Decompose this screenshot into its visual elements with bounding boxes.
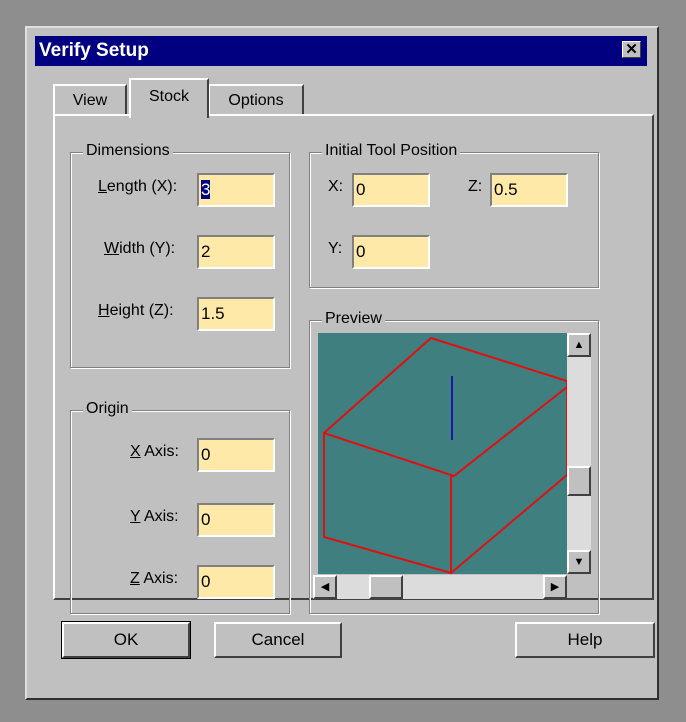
z-axis-label: Z Axis: [130, 570, 179, 587]
length-value: 3 [201, 180, 211, 199]
origin-y-field[interactable]: 0 [197, 503, 275, 537]
title-bar[interactable]: Verify Setup ✕ [35, 36, 647, 66]
origin-z-value: 0 [201, 572, 211, 591]
tool-x-label: X: [328, 178, 344, 195]
down-arrow-icon: ▼ [573, 556, 585, 568]
origin-x-value: 0 [201, 445, 211, 464]
tab-stock-label: Stock [148, 88, 189, 105]
y-axis-label: Y Axis: [130, 508, 179, 525]
cancel-button[interactable]: Cancel [214, 622, 342, 658]
scroll-left-button[interactable]: ◀ [313, 575, 337, 599]
help-button[interactable]: Help [515, 622, 655, 658]
cancel-label: Cancel [251, 630, 305, 649]
scroll-right-button[interactable]: ▶ [543, 575, 567, 599]
height-field[interactable]: 1.5 [197, 297, 275, 331]
close-icon: ✕ [625, 41, 638, 58]
height-label: Height (Z): [98, 302, 174, 319]
preview-horizontal-scrollbar[interactable]: ◀ ▶ [313, 575, 567, 599]
length-field[interactable]: 3 [197, 173, 275, 207]
tool-x-field[interactable]: 0 [352, 173, 430, 207]
tool-x-value: 0 [356, 180, 366, 199]
origin-x-field[interactable]: 0 [197, 438, 275, 472]
ok-button[interactable]: OK [61, 621, 191, 659]
left-arrow-icon: ◀ [320, 581, 330, 593]
width-field[interactable]: 2 [197, 235, 275, 269]
origin-legend: Origin [83, 400, 132, 418]
preview-canvas[interactable] [318, 333, 568, 575]
tab-view-label: View [72, 92, 108, 109]
tool-y-value: 0 [356, 242, 366, 261]
length-label: Length (X): [98, 178, 178, 195]
width-value: 2 [201, 242, 211, 261]
tool-z-value: 0.5 [494, 180, 518, 199]
box-outline [323, 336, 568, 575]
origin-y-value: 0 [201, 510, 211, 529]
dialog-title: Verify Setup [39, 40, 149, 61]
tab-stock[interactable]: Stock [129, 78, 209, 118]
vertical-scroll-thumb[interactable] [567, 466, 591, 496]
height-value: 1.5 [201, 304, 225, 323]
right-arrow-icon: ▶ [550, 581, 560, 593]
preview-legend: Preview [322, 310, 385, 328]
tool-z-label: Z: [468, 178, 483, 195]
origin-z-field[interactable]: 0 [197, 565, 275, 599]
preview-vertical-scrollbar[interactable]: ▲ ▼ [567, 333, 591, 574]
help-label: Help [567, 630, 603, 649]
horizontal-scroll-thumb[interactable] [369, 575, 403, 599]
tool-y-field[interactable]: 0 [352, 235, 430, 269]
close-button[interactable]: ✕ [622, 41, 641, 58]
scroll-up-button[interactable]: ▲ [567, 333, 591, 357]
scroll-down-button[interactable]: ▼ [567, 550, 591, 574]
up-arrow-icon: ▲ [573, 339, 585, 351]
ok-label: OK [113, 630, 139, 649]
dimensions-legend: Dimensions [83, 142, 173, 160]
initial-tool-position-legend: Initial Tool Position [322, 142, 461, 160]
x-axis-label: X Axis: [130, 443, 179, 460]
width-label: Width (Y): [104, 240, 176, 257]
tool-y-label: Y: [328, 240, 343, 257]
tool-z-field[interactable]: 0.5 [490, 173, 568, 207]
tab-view[interactable]: View [53, 84, 127, 116]
stock-box-wireframe [323, 336, 568, 575]
tab-options-label: Options [228, 92, 284, 109]
tab-options[interactable]: Options [208, 84, 304, 116]
